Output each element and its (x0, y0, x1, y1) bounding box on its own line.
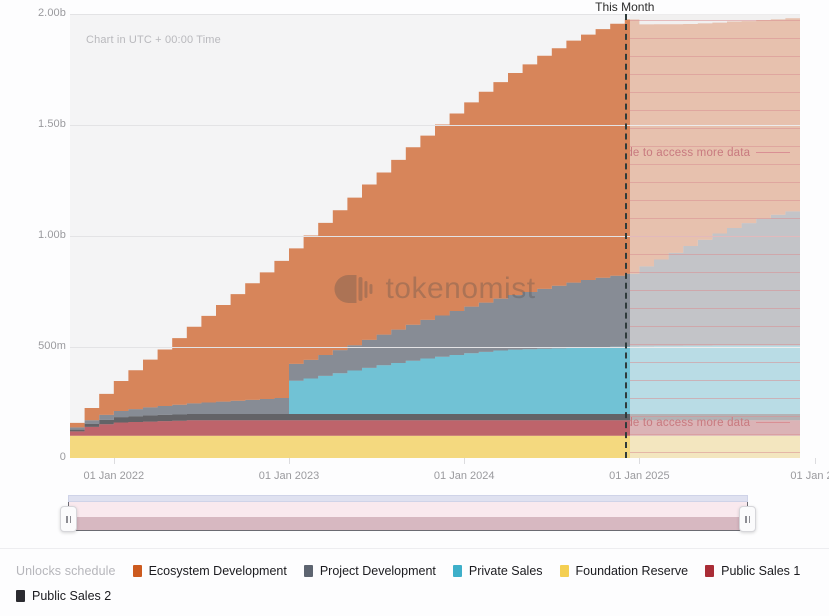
paywall-stripe (630, 344, 800, 345)
x-axis-tick (639, 458, 641, 464)
legend-label: Public Sales 1 (721, 564, 801, 578)
paywall-overlay[interactable]: Upgrade to access more data Upgrade to a… (630, 14, 800, 458)
paywall-stripe (630, 236, 800, 237)
legend-label: Ecosystem Development (148, 564, 287, 578)
paywall-stripe (630, 20, 800, 21)
paywall-stripe (630, 182, 800, 183)
legend-swatch (559, 565, 569, 577)
paywall-stripe (630, 92, 800, 93)
y-axis: 2.00b 1.50b 1.00b 500m 0 (0, 7, 66, 463)
paywall-stripe (630, 200, 800, 201)
legend-swatch (16, 590, 25, 602)
x-axis-tick (464, 458, 466, 464)
legend-label: Private Sales (468, 564, 543, 578)
paywall-stripe (630, 218, 800, 219)
y-axis-label: 1.50b (37, 118, 66, 130)
x-axis-tick (814, 458, 816, 464)
y-axis-label: 2.00b (37, 7, 66, 19)
x-axis-label: 01 Jan 2024 (433, 470, 495, 482)
upgrade-cta-top[interactable]: Upgrade to access more data (630, 147, 791, 159)
paywall-stripe (630, 308, 800, 309)
legend-item-public-sales-2[interactable]: Public Sales 2 (16, 589, 111, 603)
plot-area[interactable]: tokenomist Upgrade to access more data U… (70, 14, 800, 458)
paywall-stripe (630, 434, 800, 435)
this-month-marker-line (624, 14, 627, 458)
chart-legend: Unlocks schedule Ecosystem Development Pr… (0, 548, 829, 616)
x-axis-label: 01 Jan 20 (790, 470, 829, 482)
chart-timezone-note: Chart in UTC + 00:00 Time (86, 34, 221, 46)
legend-swatch (132, 565, 142, 577)
range-window[interactable] (68, 502, 748, 531)
legend-title: Unlocks schedule (16, 564, 116, 578)
x-axis-label: 01 Jan 2023 (258, 470, 320, 482)
paywall-stripe (630, 38, 800, 39)
upgrade-cta-bottom[interactable]: Upgrade to access more data (630, 417, 791, 429)
paywall-stripe (630, 110, 800, 111)
x-axis-tick (113, 458, 115, 464)
legend-item-private-sales[interactable]: Private Sales (452, 564, 543, 578)
range-track[interactable] (68, 495, 748, 502)
y-axis-label: 500m (38, 340, 66, 352)
legend-swatch (705, 565, 715, 577)
legend-swatch (303, 565, 313, 577)
legend-label: Project Development (319, 564, 436, 578)
unlocks-schedule-chart-page: 2.00b 1.50b 1.00b 500m 0 tokenomist Upgrade … (0, 0, 829, 616)
x-axis: 01 Jan 2022 01 Jan 2023 01 Jan 2024 01 Jan … (0, 470, 829, 490)
paywall-stripe (630, 164, 800, 165)
x-axis-label: 01 Jan 2022 (83, 470, 145, 482)
legend-swatch (452, 565, 462, 577)
x-axis-label: 01 Jan 2025 (609, 470, 670, 482)
legend-item-foundation-reserve[interactable]: Foundation Reserve (559, 564, 689, 578)
paywall-stripe (630, 56, 800, 57)
legend-item-project-development[interactable]: Project Development (303, 564, 436, 578)
legend-item-ecosystem-development[interactable]: Ecosystem Development (132, 564, 287, 578)
paywall-stripe (630, 254, 800, 255)
paywall-stripe (630, 272, 800, 273)
paywall-stripe (630, 290, 800, 291)
paywall-stripe (630, 326, 800, 327)
range-window-lower-band (69, 517, 747, 530)
y-axis-label: 0 (59, 451, 66, 463)
legend-label: Foundation Reserve (575, 564, 689, 578)
range-handle-right[interactable] (739, 506, 756, 532)
range-handle-left[interactable] (60, 506, 77, 532)
legend-label: Public Sales 2 (32, 589, 112, 603)
date-range-slider[interactable] (60, 495, 756, 532)
this-month-label: This Month (595, 0, 655, 14)
y-axis-label: 1.00b (37, 229, 66, 241)
x-axis-tick (289, 458, 290, 464)
paywall-stripe (630, 362, 800, 363)
paywall-stripe (630, 398, 800, 399)
paywall-stripe (630, 128, 800, 129)
paywall-stripe (630, 380, 800, 381)
paywall-stripe (630, 452, 800, 453)
paywall-stripe (630, 74, 800, 75)
chart-area: 2.00b 1.50b 1.00b 500m 0 tokenomist Upgrade … (0, 0, 829, 488)
legend-item-public-sales-1[interactable]: Public Sales 1 (705, 564, 800, 578)
